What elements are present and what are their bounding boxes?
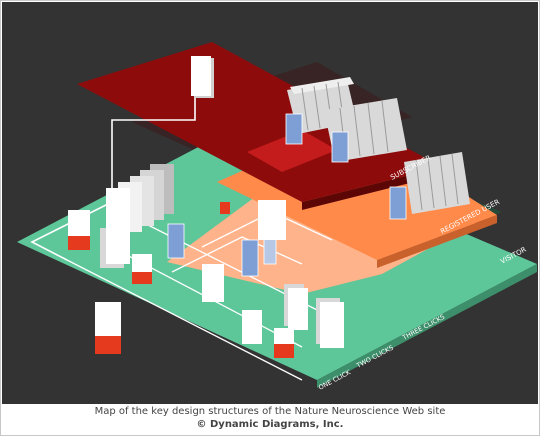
page-red-small xyxy=(220,202,230,214)
article-page xyxy=(167,223,185,259)
page-red-mid xyxy=(132,254,152,284)
article-page xyxy=(241,239,259,277)
caption-credit: © Dynamic Diagrams, Inc. xyxy=(196,419,344,430)
page-red-low xyxy=(274,328,294,358)
isometric-site-map: VISITOR REGISTERED USER SUBSCRIBER THREE… xyxy=(17,42,537,392)
caption-title: Map of the key design structures of the … xyxy=(94,406,446,417)
page-home xyxy=(68,210,90,250)
article-page xyxy=(389,186,407,220)
page-stack-mid xyxy=(100,224,130,268)
page-search xyxy=(258,200,286,240)
page-bottom-left xyxy=(95,302,121,354)
figure-frame: VISITOR REGISTERED USER SUBSCRIBER THREE… xyxy=(0,0,540,436)
figure-caption: Map of the key design structures of the … xyxy=(1,405,539,431)
page-white xyxy=(202,264,224,302)
page-white xyxy=(242,310,262,344)
article-page xyxy=(285,113,303,145)
site-structure-diagram: VISITOR REGISTERED USER SUBSCRIBER THREE… xyxy=(2,2,538,404)
page-stack-top xyxy=(191,56,214,98)
article-page xyxy=(331,131,349,163)
